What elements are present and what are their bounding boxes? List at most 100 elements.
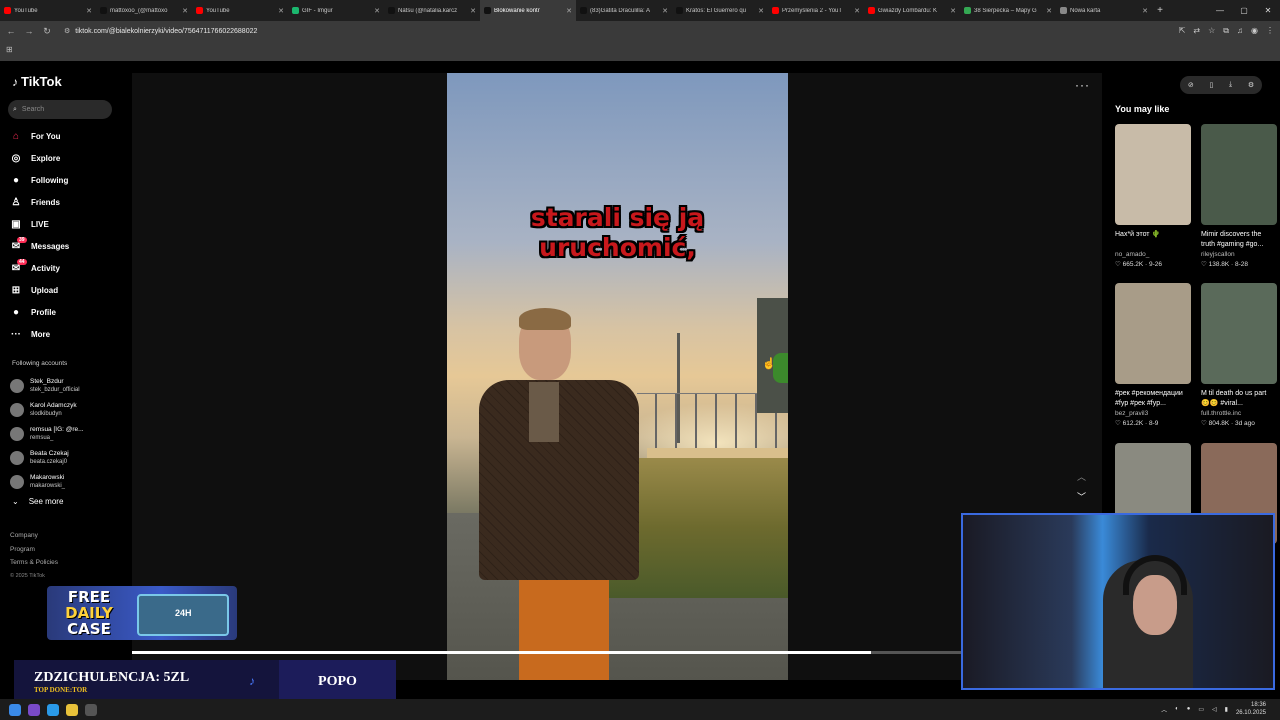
tab-close-icon[interactable]: ✕ (950, 7, 956, 15)
tab-close-icon[interactable]: ✕ (662, 7, 668, 15)
app-icon[interactable] (85, 703, 97, 716)
video-thumbnail[interactable] (1115, 283, 1191, 384)
browser-tab[interactable]: Przemyślenia 2 - YouT ✕ (768, 0, 864, 21)
recommended-video-card[interactable]: Mimir discovers the truth #gaming #go...… (1201, 124, 1277, 268)
video-author[interactable]: full.throttle.inc (1201, 410, 1277, 417)
maximize-icon[interactable]: ▢ (1232, 6, 1256, 15)
tab-close-icon[interactable]: ✕ (86, 7, 92, 15)
browser-tab[interactable]: 38 Sierpecka – Mapy G ✕ (960, 0, 1056, 21)
menu-item[interactable]: ✉ Activity 44 (10, 257, 69, 279)
following-account[interactable]: Beata Czekaj beata.czekaj0 (10, 446, 84, 470)
reload-icon[interactable]: ↻ (42, 26, 52, 37)
network-icon[interactable]: ▭ (1198, 706, 1204, 713)
browser-menu-icon[interactable]: ⋮ (1266, 26, 1274, 36)
back-icon[interactable]: ← (6, 26, 16, 36)
new-tab-button[interactable]: + (1152, 5, 1168, 16)
more-options-icon[interactable]: ··· (1075, 78, 1090, 92)
tiktok-logo[interactable]: ♪ TikTok (12, 74, 62, 89)
menu-item[interactable]: ⌂ For You (10, 125, 69, 147)
previous-video-icon[interactable]: ︿ (1077, 470, 1086, 483)
video-thumbnail[interactable] (1201, 124, 1277, 225)
browser-tab[interactable]: YouTube ✕ (192, 0, 288, 21)
link-icon[interactable]: ⊘ (1188, 81, 1194, 89)
tab-close-icon[interactable]: ✕ (1046, 7, 1052, 15)
video-author[interactable]: bez_pravil3 (1115, 410, 1191, 417)
menu-item[interactable]: ● Profile (10, 301, 69, 323)
translate-icon[interactable]: ⇄ (1193, 26, 1200, 36)
browser-tab[interactable]: Gwiazdy Lombardu: K ✕ (864, 0, 960, 21)
minimize-icon[interactable]: — (1208, 6, 1232, 15)
following-account[interactable]: remsua [IG: @re... remsua_ (10, 422, 84, 446)
media-icon[interactable]: ♫ (1237, 26, 1243, 36)
tab-close-icon[interactable]: ✕ (854, 7, 860, 15)
obs-icon[interactable] (28, 703, 40, 716)
tab-close-icon[interactable]: ✕ (758, 7, 764, 15)
menu-item[interactable]: ✉ Messages 39 (10, 235, 69, 257)
following-account[interactable]: Karol Adamczyk slodkibudyn (10, 398, 84, 422)
footer-company-link[interactable]: Company (10, 529, 58, 543)
device-icon[interactable]: ▯ (1209, 81, 1213, 89)
browser-tab[interactable]: (83)Gatita Draculilla: A ✕ (576, 0, 672, 21)
following-account[interactable]: Makarowski makarowski_ (10, 470, 84, 494)
start-icon[interactable] (9, 703, 21, 716)
video-author[interactable]: no_amado_ (1115, 251, 1191, 258)
extensions-icon[interactable]: ⧉ (1223, 26, 1229, 36)
apps-grid-icon[interactable]: ⊞ (6, 45, 13, 54)
browser-tab[interactable]: Blokowanie kontr ✕ (480, 0, 576, 21)
os-taskbar: ︿ ◐ ● ▭ ◁ ▮ 18:36 26.10.2025 (0, 699, 1280, 720)
download-icon[interactable]: ⤓ (1229, 81, 1232, 89)
video-author[interactable]: rileyjscallon (1201, 251, 1277, 258)
tray-app-icon[interactable]: ◐ (1175, 706, 1179, 712)
menu-item[interactable]: ♙ Friends (10, 191, 69, 213)
recommended-video-card[interactable]: M til death do us part 😊😊 #viral... full.… (1201, 283, 1277, 427)
battery-icon[interactable]: ▮ (1225, 706, 1228, 713)
menu-item[interactable]: ● Following (10, 169, 69, 191)
menu-item[interactable]: ··· More (10, 323, 69, 345)
browser-tab[interactable]: mattoxoo_(@mattoxo ✕ (96, 0, 192, 21)
tab-close-icon[interactable]: ✕ (182, 7, 188, 15)
menu-item[interactable]: ▣ LIVE (10, 213, 69, 235)
volume-icon[interactable]: ◁ (1212, 706, 1217, 713)
close-window-icon[interactable]: ✕ (1256, 6, 1280, 15)
browser-tab[interactable]: YouTube ✕ (0, 0, 96, 21)
install-icon[interactable]: ⇱ (1179, 26, 1186, 36)
profile-icon[interactable]: ◉ (1251, 26, 1258, 36)
video-title[interactable]: Нах*й этот 🌵 (1115, 230, 1191, 250)
see-more-button[interactable]: ⌄ See more (12, 497, 63, 506)
tray-chevron-icon[interactable]: ︿ (1161, 705, 1167, 714)
next-video-icon[interactable]: ﹀ (1077, 490, 1086, 503)
tab-close-icon[interactable]: ✕ (1142, 7, 1148, 15)
settings-icon[interactable]: ⚙ (1248, 81, 1254, 89)
browser-tab[interactable]: Kratos: El Guerrero qu ✕ (672, 0, 768, 21)
recommended-video-card[interactable]: #рек #рекомендации #fyp #рек #fyp... bez_… (1115, 283, 1191, 427)
site-info-icon[interactable]: ⚙ (64, 27, 70, 35)
tab-close-icon[interactable]: ✕ (374, 7, 380, 15)
footer-program-link[interactable]: Program (10, 543, 58, 557)
telegram-icon[interactable] (47, 703, 59, 716)
browser-tab[interactable]: Nowa karta ✕ (1056, 0, 1152, 21)
footer-terms-link[interactable]: Terms & Policies (10, 556, 58, 570)
video-title[interactable]: #рек #рекомендации #fyp #рек #fyp... (1115, 389, 1191, 409)
chrome-icon[interactable] (66, 703, 78, 716)
forward-icon[interactable]: → (24, 26, 34, 36)
search-input[interactable]: ⌕ Search (8, 100, 112, 119)
menu-item[interactable]: ◎ Explore (10, 147, 69, 169)
bookmark-star-icon[interactable]: ☆ (1208, 26, 1215, 36)
following-account[interactable]: Stek_Bzdur stek_bzdur_official (10, 374, 84, 398)
mic-icon[interactable]: ● (1187, 706, 1191, 712)
tab-close-icon[interactable]: ✕ (278, 7, 284, 15)
url-field[interactable]: ⚙ tiktok.com/@bialekolnierzyki/video/756… (60, 24, 1171, 38)
tab-close-icon[interactable]: ✕ (566, 7, 572, 15)
video-progress-bar[interactable] (132, 651, 962, 654)
video-player[interactable]: starali się ją uruchomić, (447, 73, 788, 680)
clock[interactable]: 18:36 26.10.2025 (1236, 701, 1266, 717)
video-title[interactable]: M til death do us part 😊😊 #viral... (1201, 389, 1277, 409)
browser-tab[interactable]: Natsu (@natalia.karcz ✕ (384, 0, 480, 21)
menu-item[interactable]: ⊞ Upload (10, 279, 69, 301)
browser-tab[interactable]: GIF - Imgur ✕ (288, 0, 384, 21)
recommended-video-card[interactable]: Нах*й этот 🌵 no_amado_ ♡ 665.2K · 9-26 (1115, 124, 1191, 268)
video-title[interactable]: Mimir discovers the truth #gaming #go... (1201, 230, 1277, 250)
tab-close-icon[interactable]: ✕ (470, 7, 476, 15)
video-thumbnail[interactable] (1201, 283, 1277, 384)
video-thumbnail[interactable] (1115, 124, 1191, 225)
